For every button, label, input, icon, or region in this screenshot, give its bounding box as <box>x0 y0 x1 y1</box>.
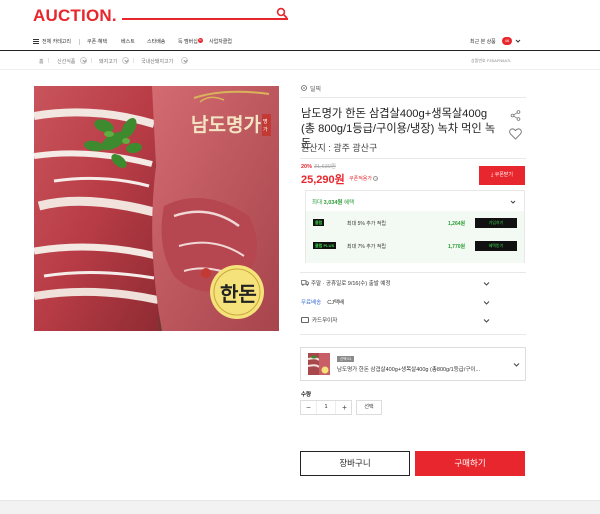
card-installment-label: 카드무이자 <box>312 318 338 324</box>
chevron-down-icon[interactable] <box>483 317 490 324</box>
divider <box>300 97 526 98</box>
product-photo: 남도명가 명 가 한돈 <box>34 86 279 331</box>
chevron-down-icon[interactable] <box>483 299 490 306</box>
option-thumbnail-image <box>308 353 330 375</box>
buy-now-button[interactable]: 구매하기 <box>415 451 525 476</box>
card-icon <box>301 317 309 323</box>
breadcrumb-item[interactable]: 국내산돼지고기 <box>141 58 173 65</box>
nav-coupon[interactable]: 쿠폰·혜택 <box>87 38 107 45</box>
share-icon[interactable] <box>510 110 521 121</box>
breadcrumb-separator: | <box>48 58 50 64</box>
club-plus-benefit-button[interactable]: 혜택받기 <box>475 241 517 251</box>
decrease-button[interactable]: − <box>301 401 316 414</box>
option-badge: 선택 01 <box>337 356 355 362</box>
original-price: 31,630원 <box>314 164 336 170</box>
quantity-stepper: − 1 + <box>300 400 352 415</box>
site-header: AUCTION. <box>0 0 600 34</box>
discount-rate: 20% <box>301 164 313 170</box>
option-thumbnail <box>308 353 330 375</box>
add-to-cart-button[interactable]: 장바구니 <box>300 451 410 476</box>
chevron-down-icon[interactable] <box>513 361 520 368</box>
breadcrumb-home[interactable]: 홈 <box>39 58 44 65</box>
breadcrumb-separator: | <box>133 58 135 64</box>
nav-all-categories[interactable]: 전체 카테고리 <box>42 38 71 45</box>
chevron-down-icon[interactable] <box>181 57 188 64</box>
divider <box>300 334 526 335</box>
svg-text:명: 명 <box>263 118 268 125</box>
product-image[interactable]: 남도명가 명 가 한돈 <box>34 86 279 331</box>
nav-membership[interactable]: 득 멤버십N <box>178 38 203 45</box>
select-button[interactable]: 선택 <box>356 400 382 415</box>
club-join-button[interactable]: 가입하기 <box>475 218 517 228</box>
benefit-detail: 클럽 최대 5% 추가 적립 1,264원 가입하기 클럽 PLUS 최대 7%… <box>306 211 524 263</box>
benefit-row-amount: 1,770원 <box>448 244 466 250</box>
club-plus-logo: 클럽 PLUS <box>313 242 337 249</box>
divider <box>300 272 526 273</box>
delivery-schedule: 주말 · 공휴일로 9/16(수) 출발 예정 <box>311 281 391 287</box>
truck-icon <box>301 280 309 286</box>
benefit-summary[interactable]: 최대 3,034원 혜택 <box>312 198 354 206</box>
image-brand-text: 남도명가 <box>191 114 261 136</box>
coupon-price-text: 쿠폰적용가 <box>349 176 373 182</box>
coupon-button-label: 쿠폰받기 <box>494 172 513 178</box>
deal-label[interactable]: 딜픽 <box>310 84 321 93</box>
divider <box>300 158 526 159</box>
auction-logo[interactable]: AUCTION. <box>33 6 117 26</box>
footer-strip <box>0 500 600 514</box>
info-icon[interactable]: ? <box>373 176 379 182</box>
benefit-row: 클럽 최대 5% 추가 적립 1,264원 가입하기 <box>313 218 518 228</box>
menu-icon[interactable] <box>33 39 39 44</box>
option-name: 남도명가 한돈 삼겹살400g+생목살400g (총800g/1등급/구이... <box>337 367 481 373</box>
coupon-download-button[interactable]: ⤓ 쿠폰받기 <box>479 166 525 185</box>
nav-star-delivery[interactable]: 스타배송 <box>147 38 165 45</box>
heart-icon[interactable] <box>509 128 522 140</box>
benefit-suffix: 혜택 <box>344 200 355 206</box>
chevron-down-icon[interactable] <box>510 199 516 205</box>
increase-button[interactable]: + <box>337 401 352 414</box>
search-icon[interactable] <box>276 7 288 19</box>
nav-membership-label: 득 멤버십 <box>178 39 198 45</box>
quantity-label: 수량 <box>301 392 312 398</box>
global-nav: 전체 카테고리 쿠폰·혜택 베스트 스타배송 득 멤버십N 사업자클럽 최근 본… <box>0 34 600 51</box>
breadcrumb-separator: | <box>91 58 93 64</box>
search-input[interactable] <box>122 18 288 20</box>
sale-price: 25,290원 <box>301 174 345 186</box>
breadcrumb-item[interactable]: 신선식품 <box>57 58 75 65</box>
new-badge: N <box>197 38 203 43</box>
free-shipping-label: 무료배송 <box>301 300 322 306</box>
option-select[interactable]: 선택 01 남도명가 한돈 삼겹살400g+생목살400g (총800g/1등급… <box>300 347 526 381</box>
chevron-down-icon[interactable] <box>122 57 129 64</box>
club-logo: 클럽 <box>313 219 325 226</box>
breadcrumb-item[interactable]: 돼지고기 <box>99 58 117 65</box>
benefit-row-amount: 1,264원 <box>448 221 466 227</box>
benefit-amount: 3,034원 <box>323 200 343 206</box>
chevron-down-icon[interactable] <box>483 280 490 287</box>
image-badge-text: 한돈 <box>220 282 257 306</box>
nav-divider <box>79 39 80 45</box>
benefit-row: 클럽 PLUS 최대 7% 추가 적립 1,770원 혜택받기 <box>313 241 518 251</box>
benefit-row-text: 최대 7% 추가 적립 <box>347 244 386 250</box>
nav-best[interactable]: 베스트 <box>121 38 135 45</box>
download-icon: ⤓ <box>490 172 494 178</box>
courier-name: CJ택배 <box>327 300 345 306</box>
shipping-row: 무료배송 CJ택배 <box>301 298 344 306</box>
product-number: 상품번호 F3SAFN5A7L <box>471 58 512 63</box>
discount-row: 20% 31,630원 <box>301 162 336 170</box>
chevron-down-icon[interactable] <box>80 57 87 64</box>
nav-business-club[interactable]: 사업자클럽 <box>209 38 232 45</box>
benefit-box: 최대 3,034원 혜택 클럽 최대 5% 추가 적립 1,264원 가입하기 … <box>305 190 525 263</box>
deal-icon <box>301 85 307 91</box>
quantity-value[interactable]: 1 <box>316 401 336 414</box>
recent-items-label[interactable]: 최근 본 상품 <box>470 38 496 45</box>
recent-count-badge: 46 <box>502 37 512 45</box>
chevron-down-icon[interactable] <box>515 38 521 44</box>
origin-text: 원산지 : 광주 광산구 <box>301 143 378 153</box>
benefit-row-text: 최대 5% 추가 적립 <box>347 221 386 227</box>
coupon-price-label[interactable]: 쿠폰적용가 ? <box>349 175 379 182</box>
svg-text:가: 가 <box>263 126 268 133</box>
benefit-prefix: 최대 <box>312 200 323 206</box>
